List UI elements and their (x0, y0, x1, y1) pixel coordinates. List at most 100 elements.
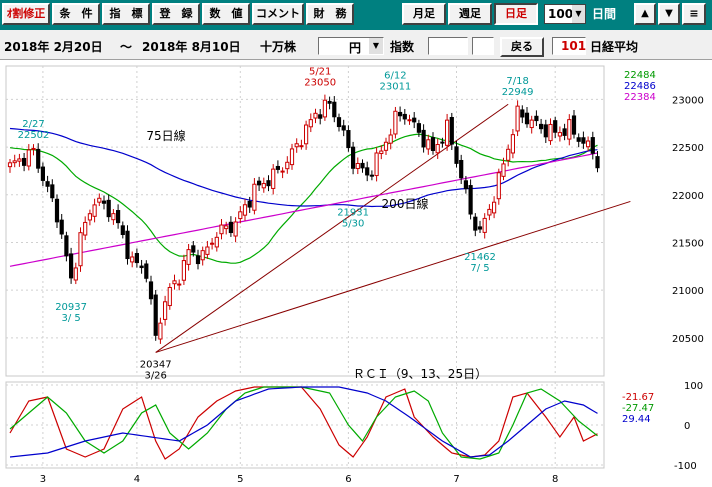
split-adjust-button[interactable]: ｵ割修正 (2, 3, 50, 25)
candle-up (233, 221, 238, 237)
candle-up (181, 260, 187, 281)
code-value: 101 (561, 39, 587, 53)
candle-down (134, 253, 140, 264)
candle-down (125, 230, 130, 260)
currency-value: 円 (349, 41, 362, 55)
currency-select[interactable]: 円 ▼ (318, 37, 384, 55)
main-toolbar: ｵ割修正 条 件 指 標 登 録 数 値 コメント 財 務 月足 週足 日足 1… (0, 0, 712, 30)
menu-icon[interactable]: ≡ (682, 3, 706, 25)
count-select[interactable]: 100 ▼ (544, 4, 586, 24)
candle-down (449, 117, 454, 145)
price-tick-label: 23000 (672, 95, 704, 106)
up-arrow-icon[interactable]: ▲ (634, 3, 656, 25)
latest-rci-value: -21.67 (622, 392, 654, 403)
daily-button[interactable]: 日足 (494, 3, 538, 25)
comment-button[interactable]: コメント (252, 3, 304, 25)
candle-down (106, 199, 111, 218)
candle-up (252, 183, 257, 211)
candle-down (590, 137, 595, 154)
chevron-down-icon[interactable]: ▼ (369, 38, 383, 54)
candle-up (12, 160, 17, 164)
weekly-button[interactable]: 週足 (448, 3, 492, 25)
register-button[interactable]: 登 録 (152, 3, 200, 25)
candle-up (374, 152, 379, 177)
candle-up (548, 123, 553, 142)
back-button[interactable]: 戻る (500, 37, 544, 57)
candle-up (383, 141, 389, 151)
candle-up (529, 119, 534, 129)
candle-up (97, 197, 102, 203)
index-field-2[interactable] (472, 37, 494, 55)
range-separator: ～ (120, 40, 133, 54)
candle-down (327, 100, 332, 104)
candle-down (195, 255, 201, 265)
index-field-1[interactable] (428, 37, 468, 55)
month-tick-label: 6 (345, 474, 351, 485)
candle-down (581, 137, 586, 144)
annotation-price: 21931 (337, 207, 369, 218)
candle-up (83, 221, 88, 236)
annotation-date: 5/21 (309, 67, 331, 78)
candle-down (416, 123, 421, 133)
unit-label: 十万株 (260, 40, 297, 54)
candle-down (459, 159, 464, 179)
candle-down (153, 294, 158, 336)
chart-background (0, 60, 712, 487)
candle-down (553, 120, 558, 133)
candle-down (116, 210, 121, 224)
candle-down (576, 137, 581, 142)
candle-up (496, 172, 501, 200)
candle-down (341, 125, 346, 131)
candle-down (477, 226, 483, 230)
ma200-label: 200日線 (382, 196, 429, 211)
rci-title: ＲＣＩ（9、13、25日） (353, 367, 487, 381)
values-button[interactable]: 数 値 (202, 3, 250, 25)
candle-down (266, 180, 271, 187)
candle-down (22, 157, 27, 166)
candle-down (191, 245, 196, 253)
conditions-button[interactable]: 条 件 (52, 3, 100, 25)
candle-up (388, 134, 393, 144)
candle-down (524, 112, 530, 125)
month-tick-label: 5 (237, 474, 243, 485)
candle-up (299, 145, 304, 148)
indicators-button[interactable]: 指 標 (102, 3, 150, 25)
annotation-date: 6/12 (384, 70, 406, 81)
candle-up (271, 168, 276, 189)
candle-up (200, 250, 205, 261)
candle-up (167, 286, 172, 307)
annotation-price: 22502 (18, 130, 50, 141)
candle-down (398, 111, 403, 117)
candle-down (148, 281, 154, 300)
price-tick-label: 22500 (672, 143, 704, 154)
down-arrow-icon[interactable]: ▼ (658, 3, 680, 25)
candle-down (336, 117, 342, 128)
candle-up (487, 208, 492, 216)
index-name: 日経平均 (590, 40, 639, 54)
price-tick-label: 21000 (672, 286, 704, 297)
candle-up (510, 134, 515, 154)
candle-up (186, 249, 191, 265)
candle-up (172, 280, 177, 285)
candle-up (210, 242, 215, 245)
count-value: 100 (548, 7, 574, 21)
financials-button[interactable]: 財 務 (306, 3, 354, 25)
chevron-down-icon[interactable]: ▼ (572, 5, 585, 23)
rci-tick-label: -100 (674, 461, 697, 472)
annotation-date: 3/ 5 (61, 313, 80, 324)
month-tick-label: 3 (40, 474, 46, 485)
candle-down (228, 221, 234, 234)
code-field[interactable]: 101 (552, 37, 586, 55)
monthly-button[interactable]: 月足 (402, 3, 446, 25)
candle-up (163, 301, 168, 320)
candle-up (78, 232, 83, 267)
candle-up (31, 147, 36, 150)
candle-down (562, 128, 567, 136)
candle-up (586, 140, 591, 148)
candle-down (351, 146, 356, 169)
candle-up (304, 124, 309, 145)
candle-up (393, 110, 398, 135)
candle-down (346, 130, 351, 149)
candle-down (412, 117, 417, 123)
candle-up (7, 162, 13, 168)
